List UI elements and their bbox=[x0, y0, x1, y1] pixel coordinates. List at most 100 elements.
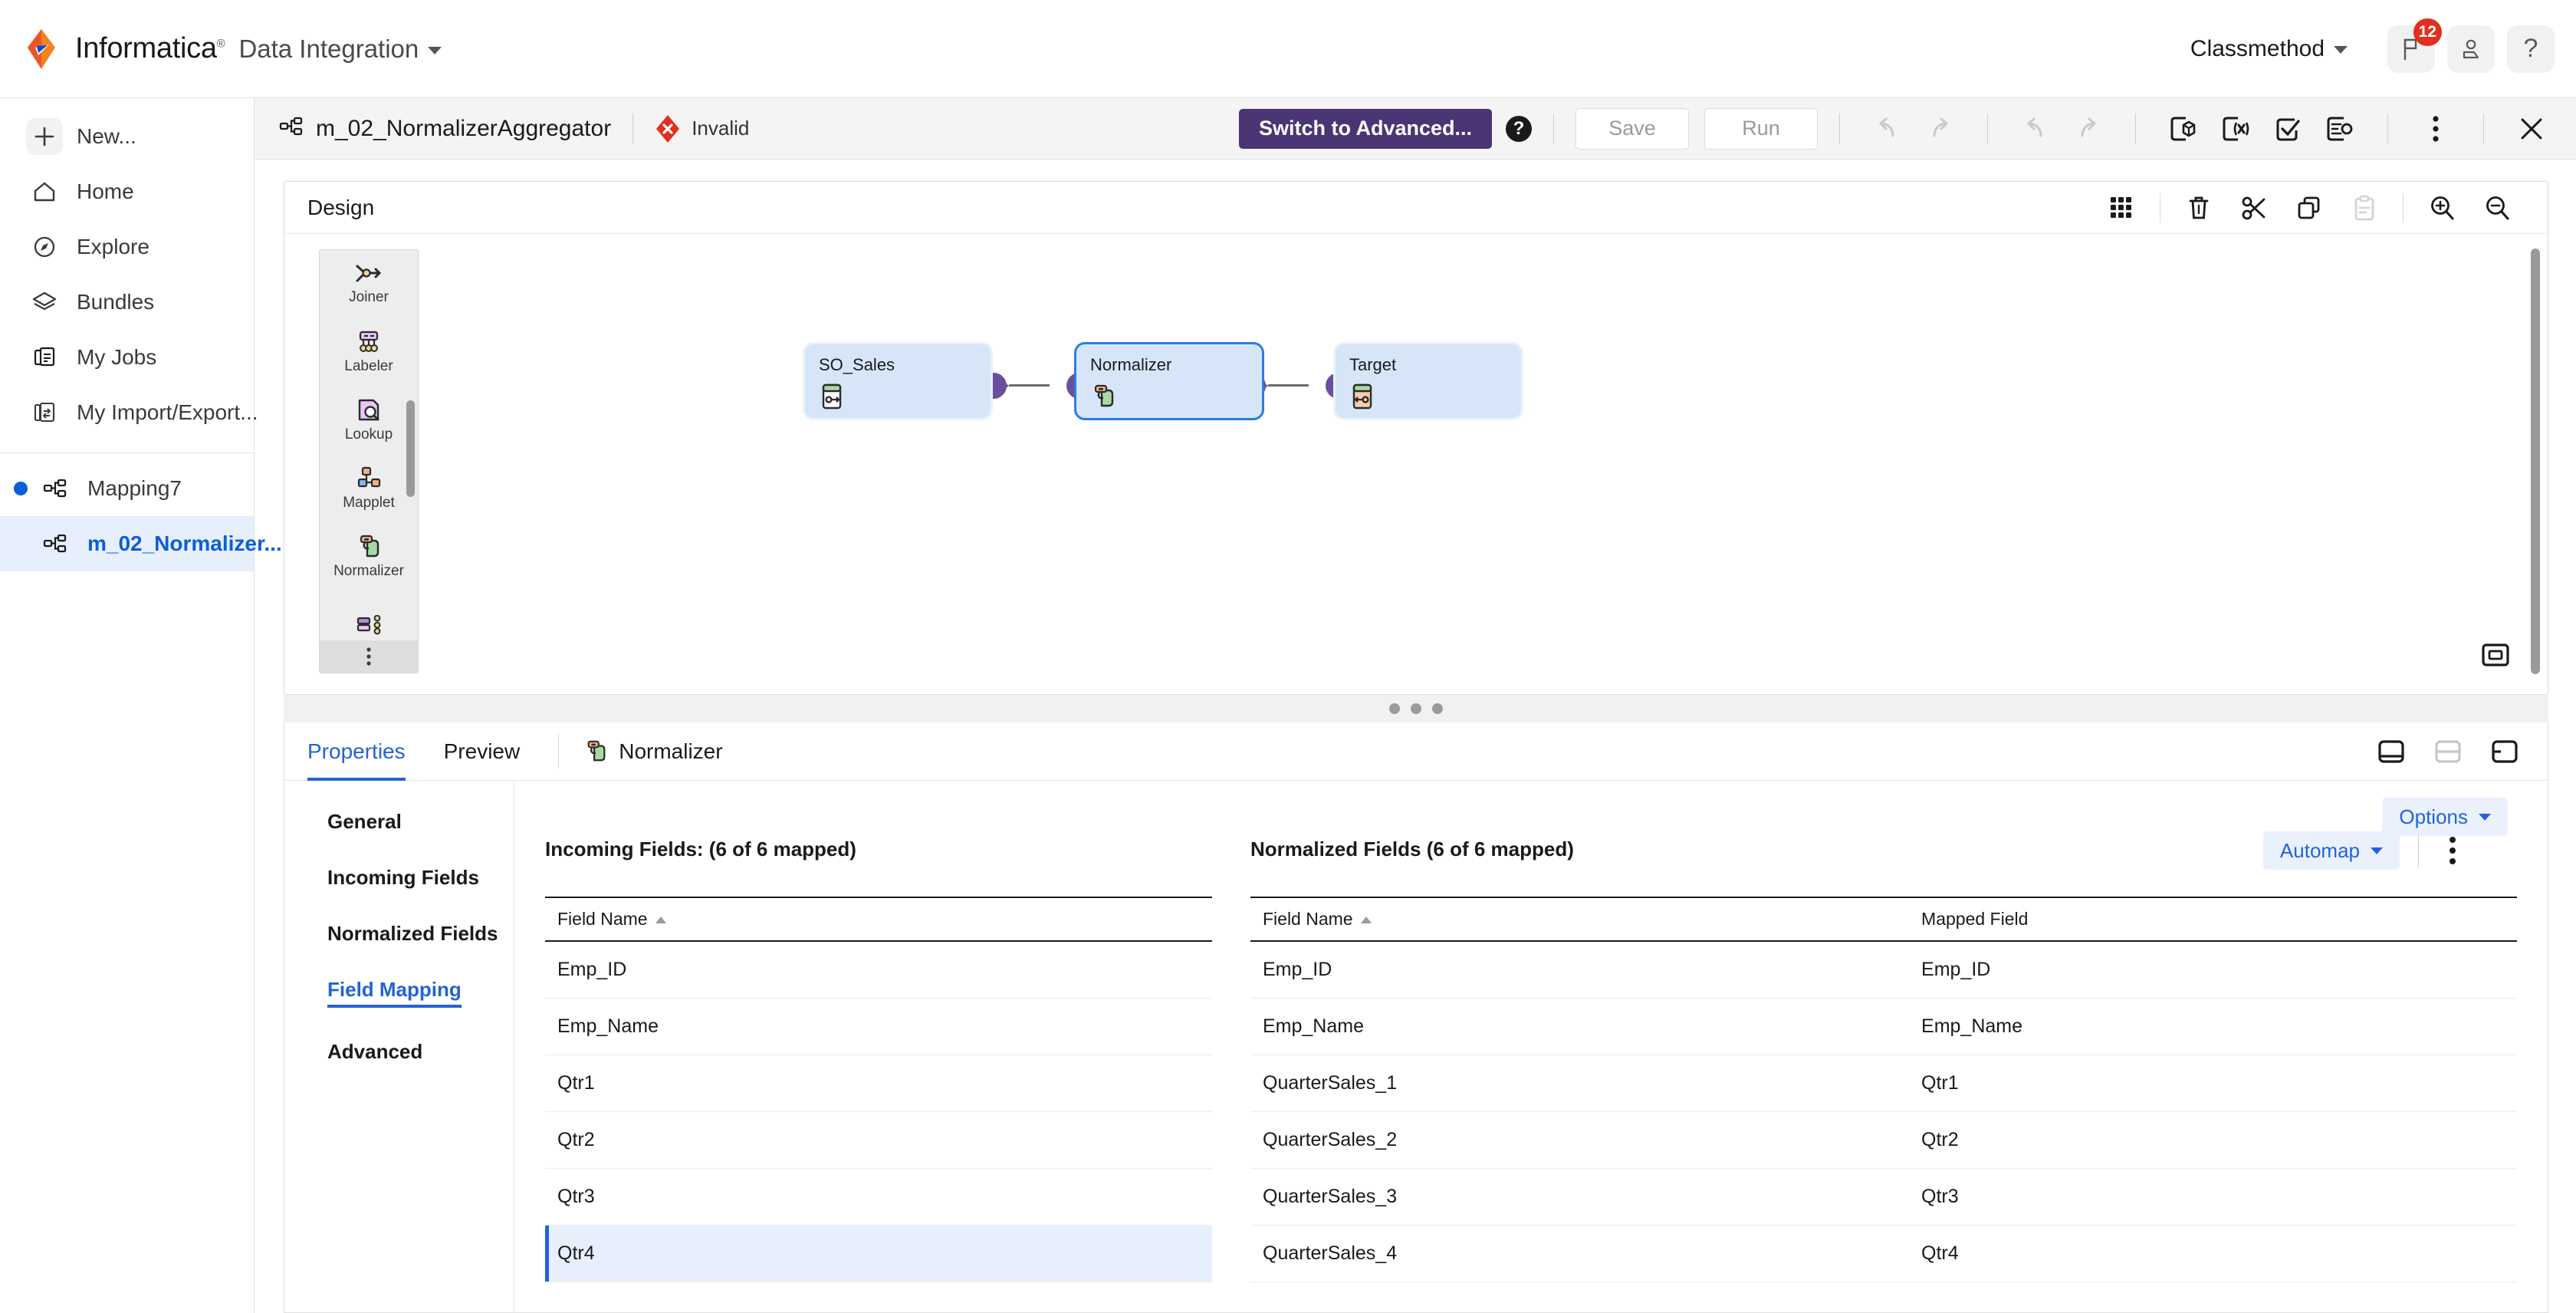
normalizer-icon bbox=[583, 739, 608, 764]
column-header-mapped-field[interactable]: Mapped Field bbox=[1909, 897, 2517, 942]
undo-all-icon[interactable] bbox=[2015, 108, 2056, 150]
canvas-scrollbar[interactable] bbox=[2531, 248, 2540, 674]
cut-icon[interactable] bbox=[2233, 186, 2275, 229]
zoom-out-icon[interactable] bbox=[2476, 186, 2518, 229]
table-header-row: Field Name Mapped Field bbox=[1250, 897, 2517, 942]
more-options-icon[interactable] bbox=[2437, 834, 2468, 867]
sidebar-item-new[interactable]: New... bbox=[0, 109, 254, 164]
palette-item-label: Mapplet bbox=[343, 495, 395, 511]
panel-resize-handle[interactable] bbox=[284, 695, 2548, 722]
service-selector[interactable]: Data Integration bbox=[238, 35, 442, 64]
org-selector[interactable]: Classmethod bbox=[2190, 36, 2348, 62]
column-header-field-name[interactable]: Field Name bbox=[545, 897, 1212, 942]
canvas-node-target[interactable]: Target bbox=[1333, 342, 1523, 420]
tab-preview[interactable]: Preview bbox=[444, 722, 521, 781]
home-icon bbox=[26, 173, 63, 210]
column-header-field-name[interactable]: Field Name bbox=[1250, 897, 1910, 942]
transformation-palette[interactable]: Joiner Labeler Lookup Mapplet Normalizer bbox=[319, 249, 419, 673]
mapping-summary-icon[interactable] bbox=[2319, 108, 2361, 150]
node-label: Normalizer bbox=[1090, 355, 1172, 374]
prop-nav-general[interactable]: General bbox=[327, 810, 402, 834]
normalizer-icon bbox=[1090, 383, 1262, 414]
canvas-node-normalizer[interactable]: Normalizer bbox=[1074, 342, 1264, 420]
redo-icon[interactable] bbox=[1919, 108, 1960, 150]
tab-transformation-normalizer[interactable]: Normalizer bbox=[583, 739, 723, 764]
more-options-icon[interactable] bbox=[2415, 108, 2456, 150]
sidebar-item-mapping7[interactable]: Mapping7 bbox=[0, 461, 254, 516]
chevron-down-icon bbox=[2334, 45, 2348, 54]
cell-field-name: QuarterSales_3 bbox=[1250, 1168, 1910, 1226]
prop-nav-incoming-fields[interactable]: Incoming Fields bbox=[327, 866, 479, 890]
layout-bottom-icon[interactable] bbox=[2371, 732, 2411, 772]
grid-icon[interactable] bbox=[2100, 186, 2143, 229]
table-row[interactable]: Emp_ID bbox=[545, 941, 1212, 999]
left-sidebar: New... Home Explore Bundles My Jobs My I… bbox=[0, 98, 282, 1313]
delete-icon[interactable] bbox=[2177, 186, 2220, 229]
table-row[interactable]: QuarterSales_2 Qtr2 bbox=[1250, 1111, 2517, 1169]
prop-nav-advanced[interactable]: Advanced bbox=[327, 1040, 422, 1064]
layout-split-icon[interactable] bbox=[2428, 732, 2468, 772]
palette-item-mapplet[interactable]: Mapplet bbox=[320, 455, 418, 523]
lookup-icon bbox=[358, 399, 380, 421]
mapping-canvas[interactable]: Joiner Labeler Lookup Mapplet Normalizer… bbox=[284, 235, 2548, 695]
table-row[interactable]: Emp_ID Emp_ID bbox=[1250, 941, 2517, 999]
table-row[interactable]: Qtr1 bbox=[545, 1055, 1212, 1112]
handle-dot bbox=[1389, 703, 1400, 714]
expression-macro-icon[interactable] bbox=[2215, 108, 2256, 150]
sidebar-item-my-jobs[interactable]: My Jobs bbox=[0, 330, 254, 385]
cell-mapped-field: Emp_ID bbox=[1909, 941, 2517, 999]
validate-icon[interactable] bbox=[2267, 108, 2308, 150]
table-row[interactable]: Qtr2 bbox=[545, 1111, 1212, 1169]
layout-side-icon[interactable] bbox=[2485, 732, 2525, 772]
automap-button[interactable]: Automap bbox=[2262, 831, 2400, 870]
run-button[interactable]: Run bbox=[1704, 107, 1818, 150]
prop-nav-field-mapping[interactable]: Field Mapping bbox=[327, 978, 462, 1008]
undo-icon[interactable] bbox=[1867, 108, 1908, 150]
save-button[interactable]: Save bbox=[1576, 107, 1689, 150]
brand: Informatica® Data Integration bbox=[20, 28, 442, 71]
close-icon[interactable] bbox=[2511, 108, 2552, 150]
table-row-selected[interactable]: Qtr4 bbox=[545, 1225, 1212, 1282]
joiner-icon bbox=[356, 265, 382, 282]
normalized-fields-table: Field Name Mapped Field Emp_ID Emp_ID Em… bbox=[1250, 897, 2517, 1282]
table-row[interactable]: QuarterSales_4 Qtr4 bbox=[1250, 1225, 2517, 1282]
notifications-button[interactable]: 12 bbox=[2387, 18, 2442, 73]
palette-item-labeler[interactable]: Labeler bbox=[320, 318, 418, 387]
user-account-button[interactable] bbox=[2447, 25, 2495, 73]
options-button[interactable]: Options bbox=[2382, 798, 2508, 836]
palette-item-joiner[interactable]: Joiner bbox=[320, 250, 418, 318]
mapping-title: m_02_NormalizerAggregator bbox=[316, 115, 612, 141]
sidebar-item-label: Bundles bbox=[77, 290, 155, 314]
help-button[interactable]: ? bbox=[2507, 25, 2555, 73]
help-icon[interactable]: ? bbox=[1506, 115, 1532, 142]
table-row[interactable]: Qtr3 bbox=[545, 1168, 1212, 1226]
switch-to-advanced-button[interactable]: Switch to Advanced... bbox=[1238, 108, 1492, 149]
tab-properties[interactable]: Properties bbox=[307, 722, 406, 781]
redo-all-icon[interactable] bbox=[2067, 108, 2108, 150]
canvas-node-source[interactable]: SO_Sales bbox=[803, 342, 993, 420]
sidebar-item-bundles[interactable]: Bundles bbox=[0, 275, 254, 330]
chevron-down-icon bbox=[2371, 847, 2383, 854]
sidebar-item-m02-normalizer[interactable]: m_02_Normalizer... bbox=[0, 516, 282, 571]
jobs-icon bbox=[26, 339, 63, 376]
sidebar-item-home[interactable]: Home bbox=[0, 164, 254, 219]
table-row[interactable]: Emp_Name Emp_Name bbox=[1250, 998, 2517, 1055]
table-row[interactable]: QuarterSales_1 Qtr1 bbox=[1250, 1055, 2517, 1112]
zoom-in-icon[interactable] bbox=[2420, 186, 2463, 229]
paste-icon bbox=[2343, 186, 2386, 229]
table-row[interactable]: QuarterSales_3 Qtr3 bbox=[1250, 1168, 2517, 1226]
sidebar-item-import-export[interactable]: My Import/Export... bbox=[0, 385, 258, 440]
sidebar-item-explore[interactable]: Explore bbox=[0, 219, 254, 275]
prop-nav-normalized-fields[interactable]: Normalized Fields bbox=[327, 922, 498, 946]
palette-scrollbar[interactable] bbox=[406, 400, 415, 497]
minimap-icon[interactable] bbox=[2479, 638, 2512, 672]
parameters-icon[interactable] bbox=[2163, 108, 2204, 150]
palette-more-button[interactable] bbox=[320, 640, 418, 673]
palette-item-normalizer[interactable]: Normalizer bbox=[320, 523, 418, 591]
header-actions: Classmethod 12 ? bbox=[2190, 18, 2555, 73]
table-row[interactable]: Emp_Name bbox=[545, 998, 1212, 1055]
status-badge: Invalid bbox=[655, 114, 749, 143]
copy-icon[interactable] bbox=[2288, 186, 2331, 229]
cell-mapped-field: Qtr1 bbox=[1909, 1055, 2517, 1112]
palette-item-lookup[interactable]: Lookup bbox=[320, 387, 418, 455]
